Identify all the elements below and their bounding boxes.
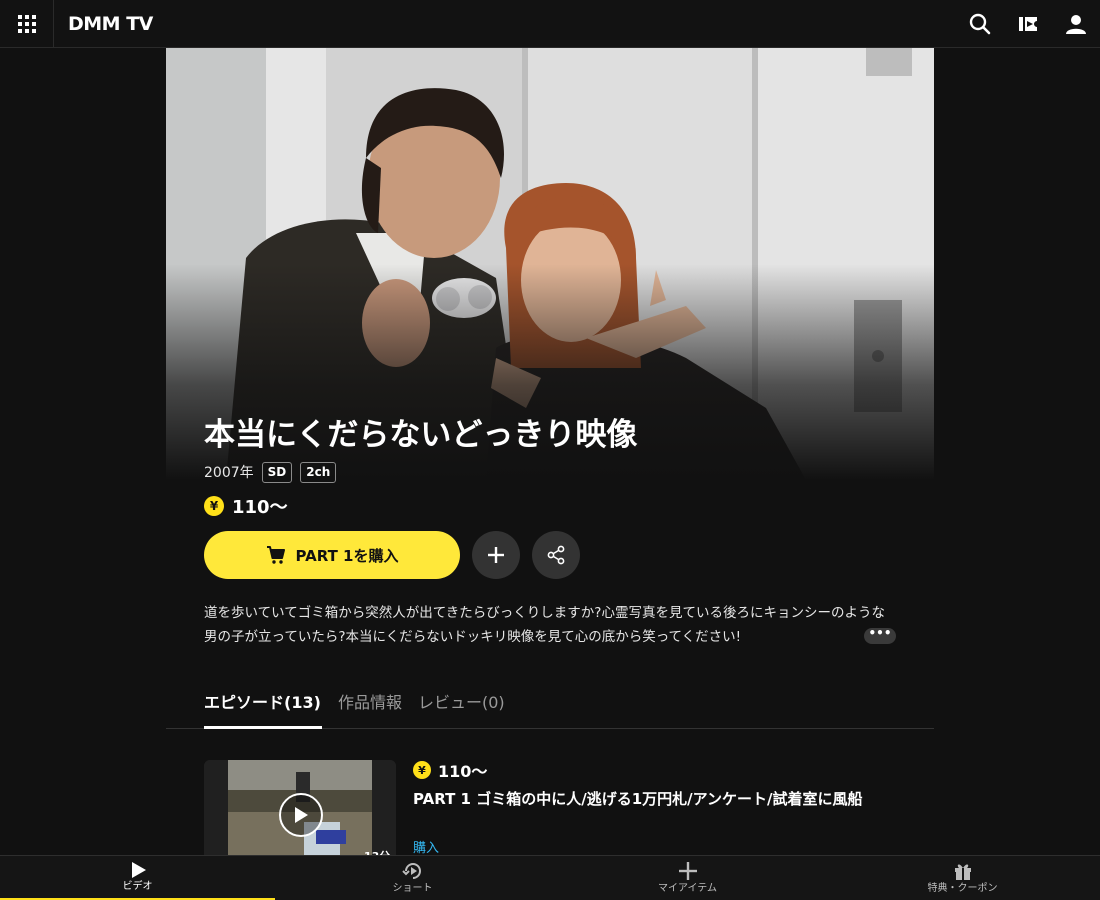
page-title: 本当にくだらないどっきり映像 — [204, 417, 638, 453]
tab-episodes[interactable]: エピソード(13) — [204, 691, 321, 715]
nav-video-label: ビデオ — [122, 881, 153, 892]
account-button[interactable] — [1062, 10, 1090, 38]
nav-my-items[interactable]: マイアイテム — [550, 856, 825, 900]
tab-info[interactable]: 作品情報 — [338, 691, 402, 715]
yen-icon: ¥ — [413, 761, 431, 779]
nav-video[interactable]: ビデオ — [0, 856, 275, 900]
nav-shorts[interactable]: ショート — [275, 856, 550, 900]
episode-title[interactable]: PART 1 ゴミ箱の中に人/逃げる1万円札/アンケート/試着室に風船 — [413, 787, 903, 811]
play-icon — [295, 807, 308, 823]
bottom-navigation: ビデオ ショート マイアイテム 特典・クーポン — [0, 855, 1100, 900]
share-icon — [547, 545, 565, 565]
audio-badge: 2ch — [300, 461, 337, 483]
quality-badge: SD — [261, 461, 293, 483]
app-menu-button[interactable] — [0, 0, 54, 48]
share-button[interactable] — [532, 531, 580, 579]
expand-description-button[interactable]: ••• — [864, 627, 896, 644]
nav-my-items-label: マイアイテム — [658, 883, 717, 894]
nav-perks-label: 特典・クーポン — [927, 883, 998, 894]
cart-icon — [266, 546, 285, 564]
grid-icon — [17, 15, 36, 33]
search-button[interactable] — [966, 10, 994, 38]
meta-row: 2007年 SD 2ch — [204, 460, 337, 484]
episode-price: 110〜 — [438, 762, 488, 781]
nav-shorts-label: ショート — [392, 883, 433, 894]
ticket-button[interactable] — [1014, 10, 1042, 38]
play-icon — [131, 862, 146, 878]
price-value: 110〜 — [232, 497, 288, 518]
release-year: 2007年 — [204, 465, 254, 481]
episode-price-row: ¥ 110〜 — [413, 759, 487, 781]
gift-icon — [954, 864, 971, 880]
episode-play-button[interactable] — [279, 793, 323, 837]
site-logo[interactable]: DMM TV — [68, 10, 153, 38]
ticket-icon — [1019, 17, 1037, 31]
buy-button-label: PART 1を購入 — [295, 546, 399, 565]
active-tab-indicator — [204, 726, 322, 729]
yen-icon: ¥ — [204, 496, 224, 516]
tab-bar: エピソード(13) 作品情報 レビュー(0) — [166, 685, 934, 729]
plus-icon — [488, 547, 504, 563]
shorts-icon — [401, 863, 421, 879]
nav-perks-coupons[interactable]: 特典・クーポン — [825, 856, 1100, 900]
top-bar: DMM TV — [0, 0, 1100, 48]
user-icon — [1066, 15, 1086, 34]
add-to-list-button[interactable] — [472, 531, 520, 579]
tab-reviews[interactable]: レビュー(0) — [418, 691, 505, 715]
description-text: 道を歩いていてゴミ箱から突然人が出てきたらびっくりしますか?心霊写真を見ている後… — [204, 605, 885, 645]
search-icon — [969, 13, 991, 35]
price-row: ¥ 110〜 — [204, 494, 288, 518]
plus-icon — [678, 862, 697, 880]
buy-part-button[interactable]: PART 1を購入 — [204, 531, 460, 579]
